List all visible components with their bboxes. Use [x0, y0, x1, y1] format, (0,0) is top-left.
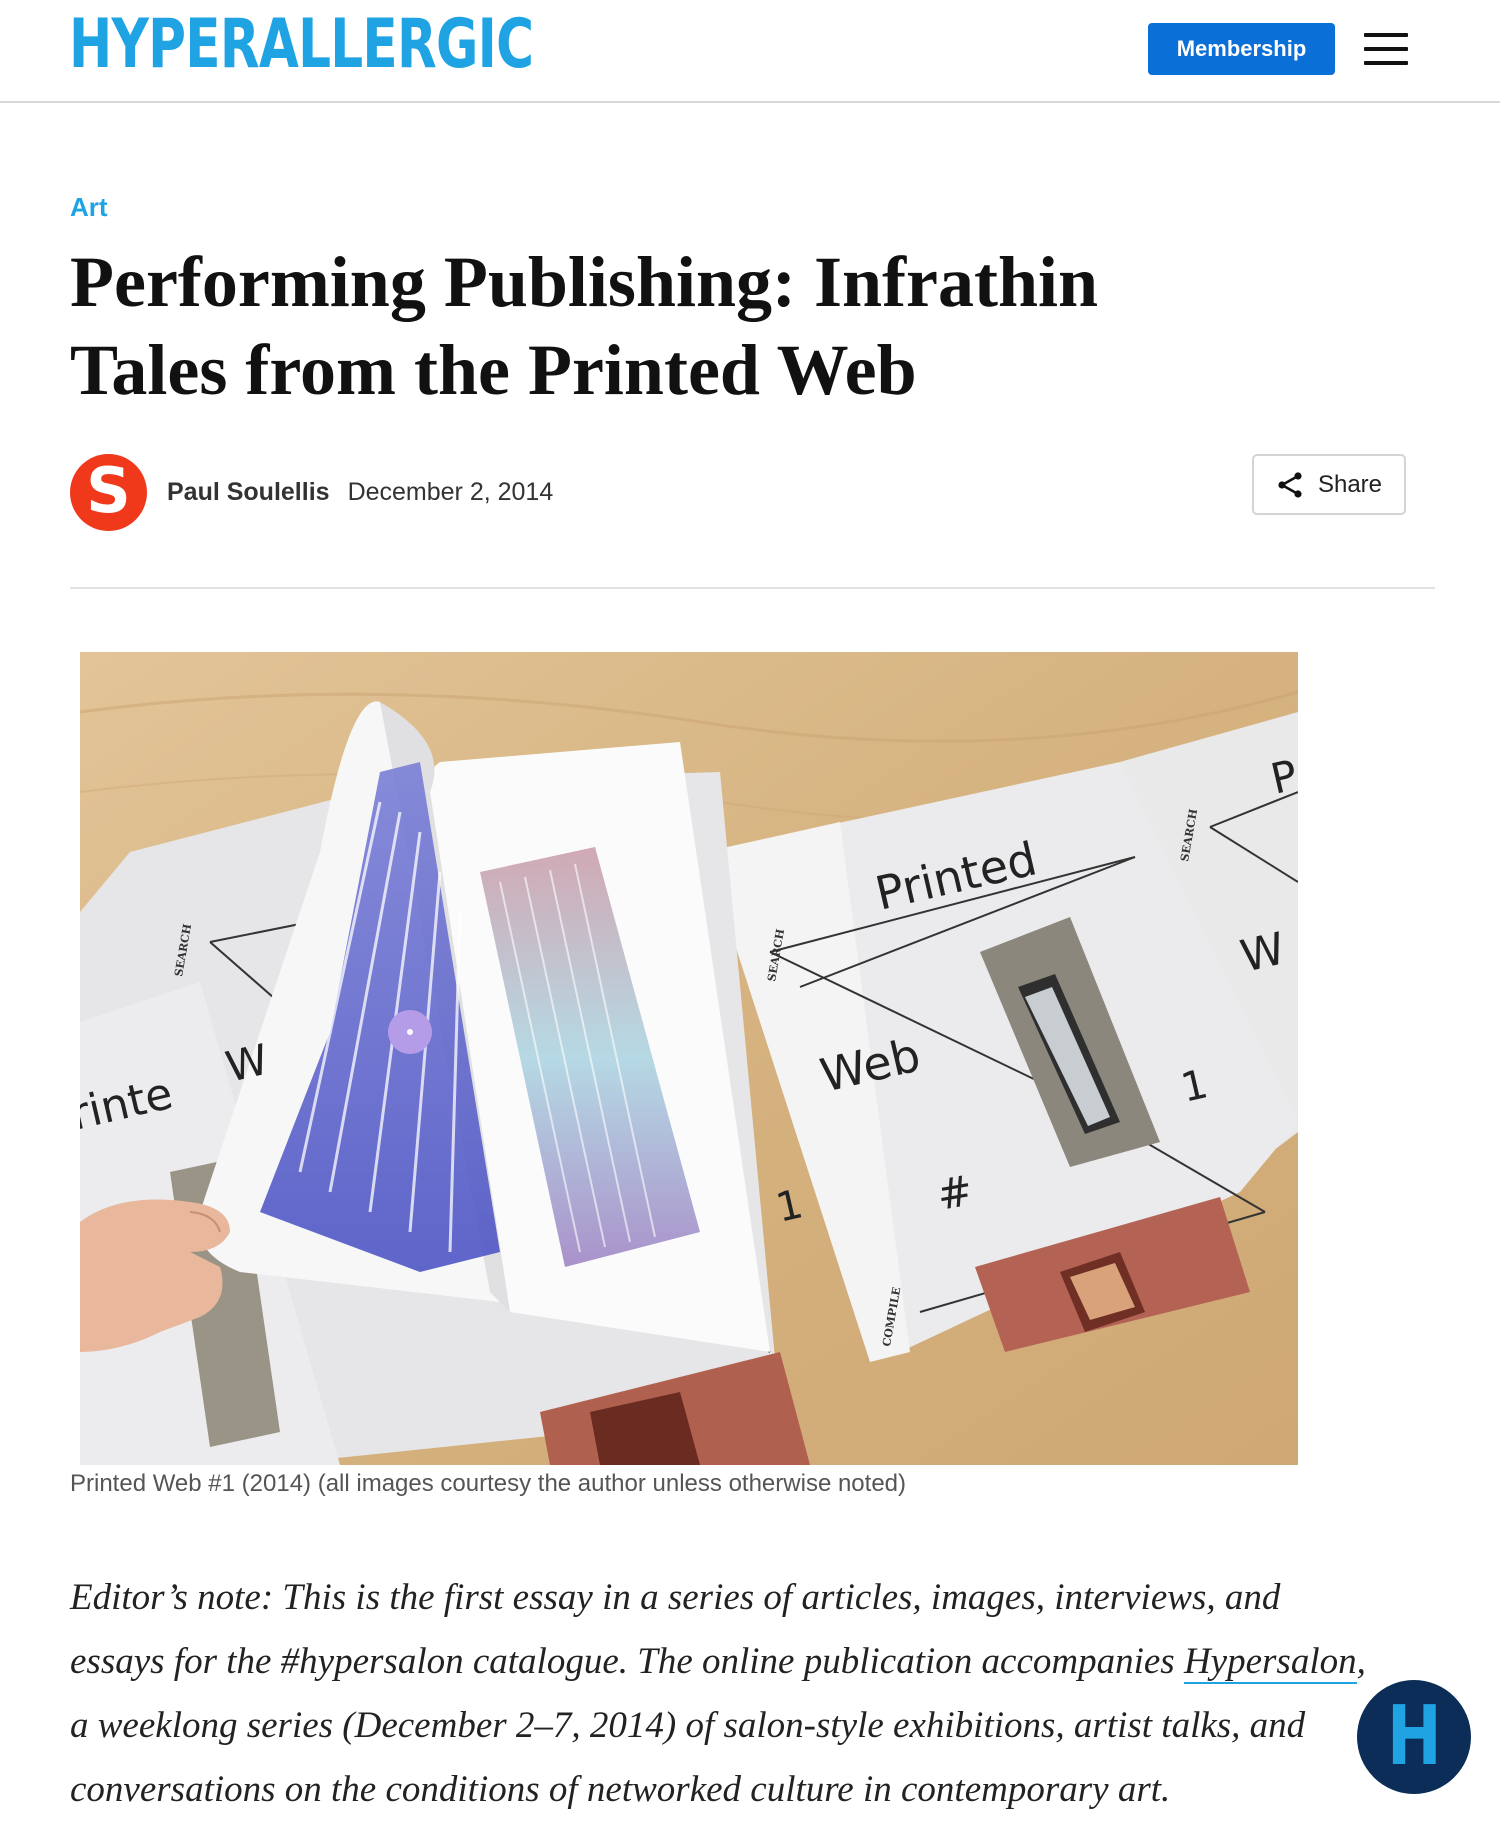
photo-caption: Printed Web #1 (2014) (all images courte…: [70, 1470, 907, 1497]
editors-note: Editor’s note: This is the first essay i…: [70, 1566, 1370, 1822]
share-label: Share: [1317, 470, 1383, 498]
intro-text-start: Editor’s note: This is the first essay i…: [70, 1577, 1281, 1682]
menu-bar: [1364, 33, 1408, 37]
author-link[interactable]: Paul Soulellis: [167, 478, 330, 507]
menu-bar: [1364, 61, 1408, 65]
author-avatar[interactable]: S: [70, 453, 147, 531]
site-header: HYPERALLERGIC Membership: [0, 0, 1500, 103]
avatar-initial: S: [86, 454, 131, 527]
article-title: Performing Publishing: Infrathin Tales f…: [70, 242, 1099, 410]
hypersalon-link[interactable]: Hypersalon: [1183, 1641, 1357, 1684]
site-logo[interactable]: HYPERALLERGIC: [69, 10, 534, 80]
h-logo-icon: H: [1386, 1689, 1442, 1784]
share-button[interactable]: Share: [1252, 454, 1406, 515]
photo-printed-web-magazines: Printed Web # 1 1 SEARCH SEARCH SEARCH C…: [80, 652, 1298, 1465]
hamburger-menu-icon[interactable]: [1364, 33, 1408, 65]
share-icon: [1278, 471, 1302, 498]
category-link[interactable]: Art: [70, 192, 108, 223]
membership-button[interactable]: Membership: [1148, 23, 1335, 75]
byline: S Paul Soulellis December 2, 2014: [70, 453, 553, 531]
header-divider: [70, 587, 1435, 589]
publish-date: December 2, 2014: [347, 477, 554, 506]
article-photo[interactable]: Printed Web # 1 1 SEARCH SEARCH SEARCH C…: [80, 652, 1298, 1465]
menu-bar: [1364, 47, 1408, 51]
floating-h-button[interactable]: H: [1357, 1680, 1471, 1794]
